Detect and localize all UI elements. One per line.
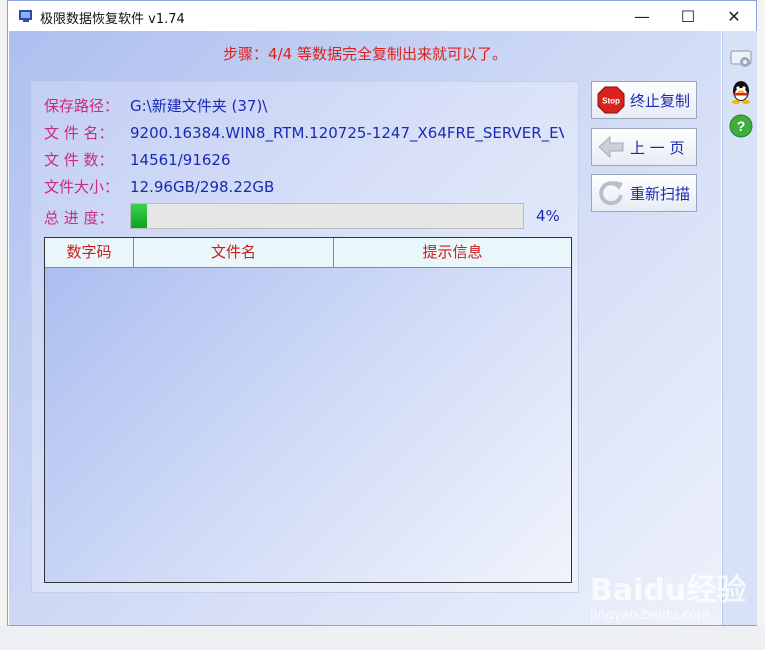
copy-progress-panel: 保存路径： G:\新建文件夹 (37)\ 文 件 名： 9200.16384.WIN…	[31, 81, 579, 593]
svg-text:Stop: Stop	[602, 97, 620, 106]
refresh-icon	[596, 178, 626, 208]
title-bar[interactable]: 极限数据恢复软件 v1.74 — ☐ ✕	[8, 1, 756, 31]
app-icon	[19, 10, 32, 22]
minimize-button[interactable]: —	[619, 1, 665, 31]
close-icon: ✕	[727, 6, 741, 26]
column-header-message[interactable]: 提示信息	[334, 238, 571, 267]
table-header: 数字码 文件名 提示信息	[45, 238, 571, 268]
rescan-button[interactable]: 重新扫描	[591, 174, 697, 212]
file-name-label: 文 件 名：	[44, 124, 114, 142]
side-toolbar: ?	[722, 31, 757, 625]
save-path-value: G:\新建文件夹 (37)\	[130, 97, 268, 115]
stop-copy-label: 终止复制	[630, 91, 691, 110]
file-count-value: 14561/91626	[130, 151, 231, 169]
save-path-row: 保存路径： G:\新建文件夹 (37)\	[44, 95, 267, 116]
progress-bar-fill	[131, 204, 147, 228]
arrow-left-icon	[596, 132, 626, 162]
progress-percent: 4%	[536, 207, 560, 225]
column-header-code[interactable]: 数字码	[45, 238, 134, 267]
maximize-button[interactable]: ☐	[665, 1, 711, 31]
help-icon[interactable]: ?	[728, 113, 754, 139]
save-path-label: 保存路径：	[44, 97, 120, 115]
progress-bar	[130, 203, 524, 229]
background-taskbar-strip	[0, 626, 765, 650]
stop-copy-button[interactable]: Stop 终止复制	[591, 81, 697, 119]
file-size-label: 文件大小：	[44, 178, 120, 196]
close-button[interactable]: ✕	[711, 1, 757, 31]
app-window: 极限数据恢复软件 v1.74 — ☐ ✕ 步骤：4/4 等数据完全复制出来就可以…	[7, 0, 757, 626]
baidu-watermark-logo: Baidu经验	[590, 573, 747, 608]
progress-label: 总 进 度：	[44, 209, 114, 227]
svg-text:?: ?	[737, 118, 746, 134]
minimize-icon: —	[634, 6, 650, 26]
progress-row: 总 进 度：	[44, 207, 130, 228]
client-area: 步骤：4/4 等数据完全复制出来就可以了。 保存路径： G:\新建文件夹 (37)…	[9, 31, 721, 625]
maximize-icon: ☐	[680, 6, 696, 26]
settings-icon[interactable]	[728, 45, 754, 71]
previous-page-button[interactable]: 上 一 页	[591, 128, 697, 166]
file-count-row: 文 件 数： 14561/91626	[44, 149, 231, 170]
file-name-value: 9200.16384.WIN8_RTM.120725-1247_X64FRE_S…	[130, 124, 564, 142]
baidu-watermark-url: jingyan.baidu.com	[590, 608, 710, 623]
file-count-label: 文 件 数：	[44, 151, 114, 169]
step-instruction: 步骤：4/4 等数据完全复制出来就可以了。	[223, 45, 507, 63]
file-name-row: 文 件 名： 9200.16384.WIN8_RTM.120725-1247_X6…	[44, 122, 564, 143]
file-size-row: 文件大小： 12.96GB/298.22GB	[44, 176, 274, 197]
rescan-label: 重新扫描	[630, 184, 691, 203]
stop-sign-icon: Stop	[596, 85, 626, 115]
window-title: 极限数据恢复软件 v1.74	[40, 12, 185, 27]
file-size-value: 12.96GB/298.22GB	[130, 178, 275, 196]
qq-icon[interactable]	[728, 79, 754, 105]
previous-page-label: 上 一 页	[630, 138, 685, 157]
column-header-filename[interactable]: 文件名	[134, 238, 334, 267]
file-list-table[interactable]: 数字码 文件名 提示信息	[44, 237, 572, 583]
background-right-strip	[756, 0, 765, 650]
